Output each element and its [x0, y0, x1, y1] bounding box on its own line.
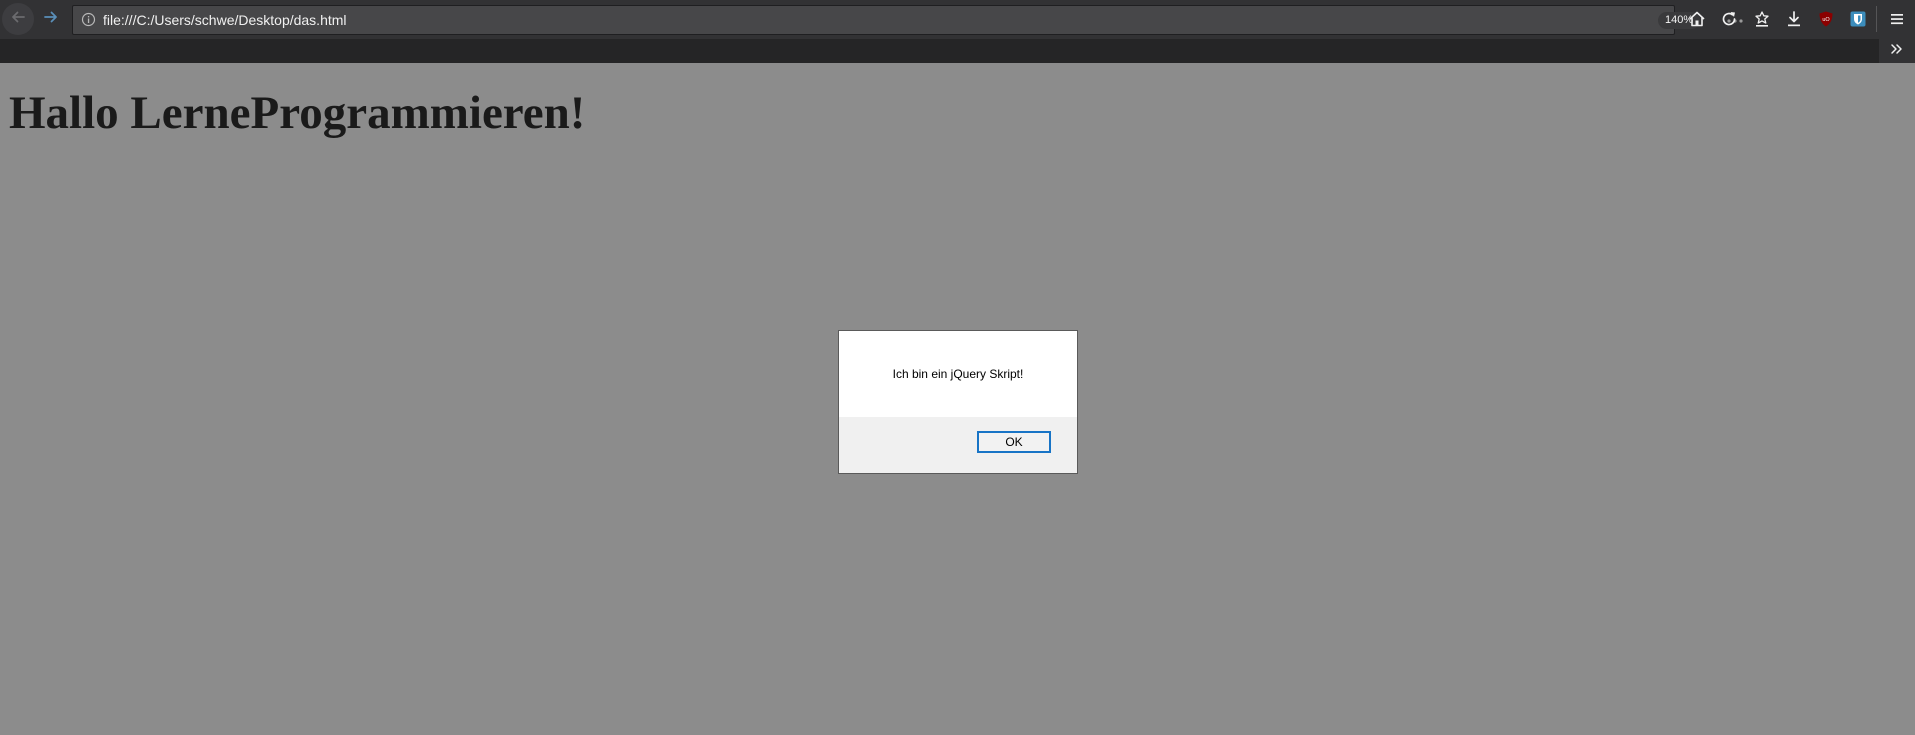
bitwarden-icon[interactable] [1847, 8, 1869, 30]
browser-toolbar: file:///C:/Users/schwe/Desktop/das.html … [0, 0, 1915, 39]
ublock-icon[interactable]: uO [1815, 8, 1837, 30]
alert-dialog: Ich bin ein jQuery Skript! OK [838, 330, 1078, 474]
overflow-chevron-icon [1890, 42, 1904, 60]
dialog-footer: OK [839, 417, 1077, 473]
download-icon[interactable] [1783, 8, 1805, 30]
info-icon[interactable] [81, 12, 96, 27]
menu-icon[interactable] [1886, 8, 1908, 30]
overflow-button[interactable] [1879, 39, 1915, 63]
forward-icon [42, 8, 60, 31]
library-icon[interactable] [1751, 8, 1773, 30]
forward-button[interactable] [35, 3, 67, 35]
ok-button[interactable]: OK [977, 431, 1051, 453]
home-icon[interactable] [1686, 8, 1708, 30]
reload-icon[interactable] [1718, 8, 1740, 30]
bookmarks-bar [0, 39, 1915, 63]
back-button[interactable] [2, 3, 34, 35]
url-text[interactable]: file:///C:/Users/schwe/Desktop/das.html [103, 12, 347, 29]
url-bar[interactable]: file:///C:/Users/schwe/Desktop/das.html … [72, 5, 1743, 35]
svg-text:uO: uO [1822, 17, 1830, 23]
page-heading: Hallo LerneProgrammieren! [9, 87, 586, 139]
dialog-message: Ich bin ein jQuery Skript! [892, 367, 1024, 381]
back-icon [9, 8, 27, 31]
